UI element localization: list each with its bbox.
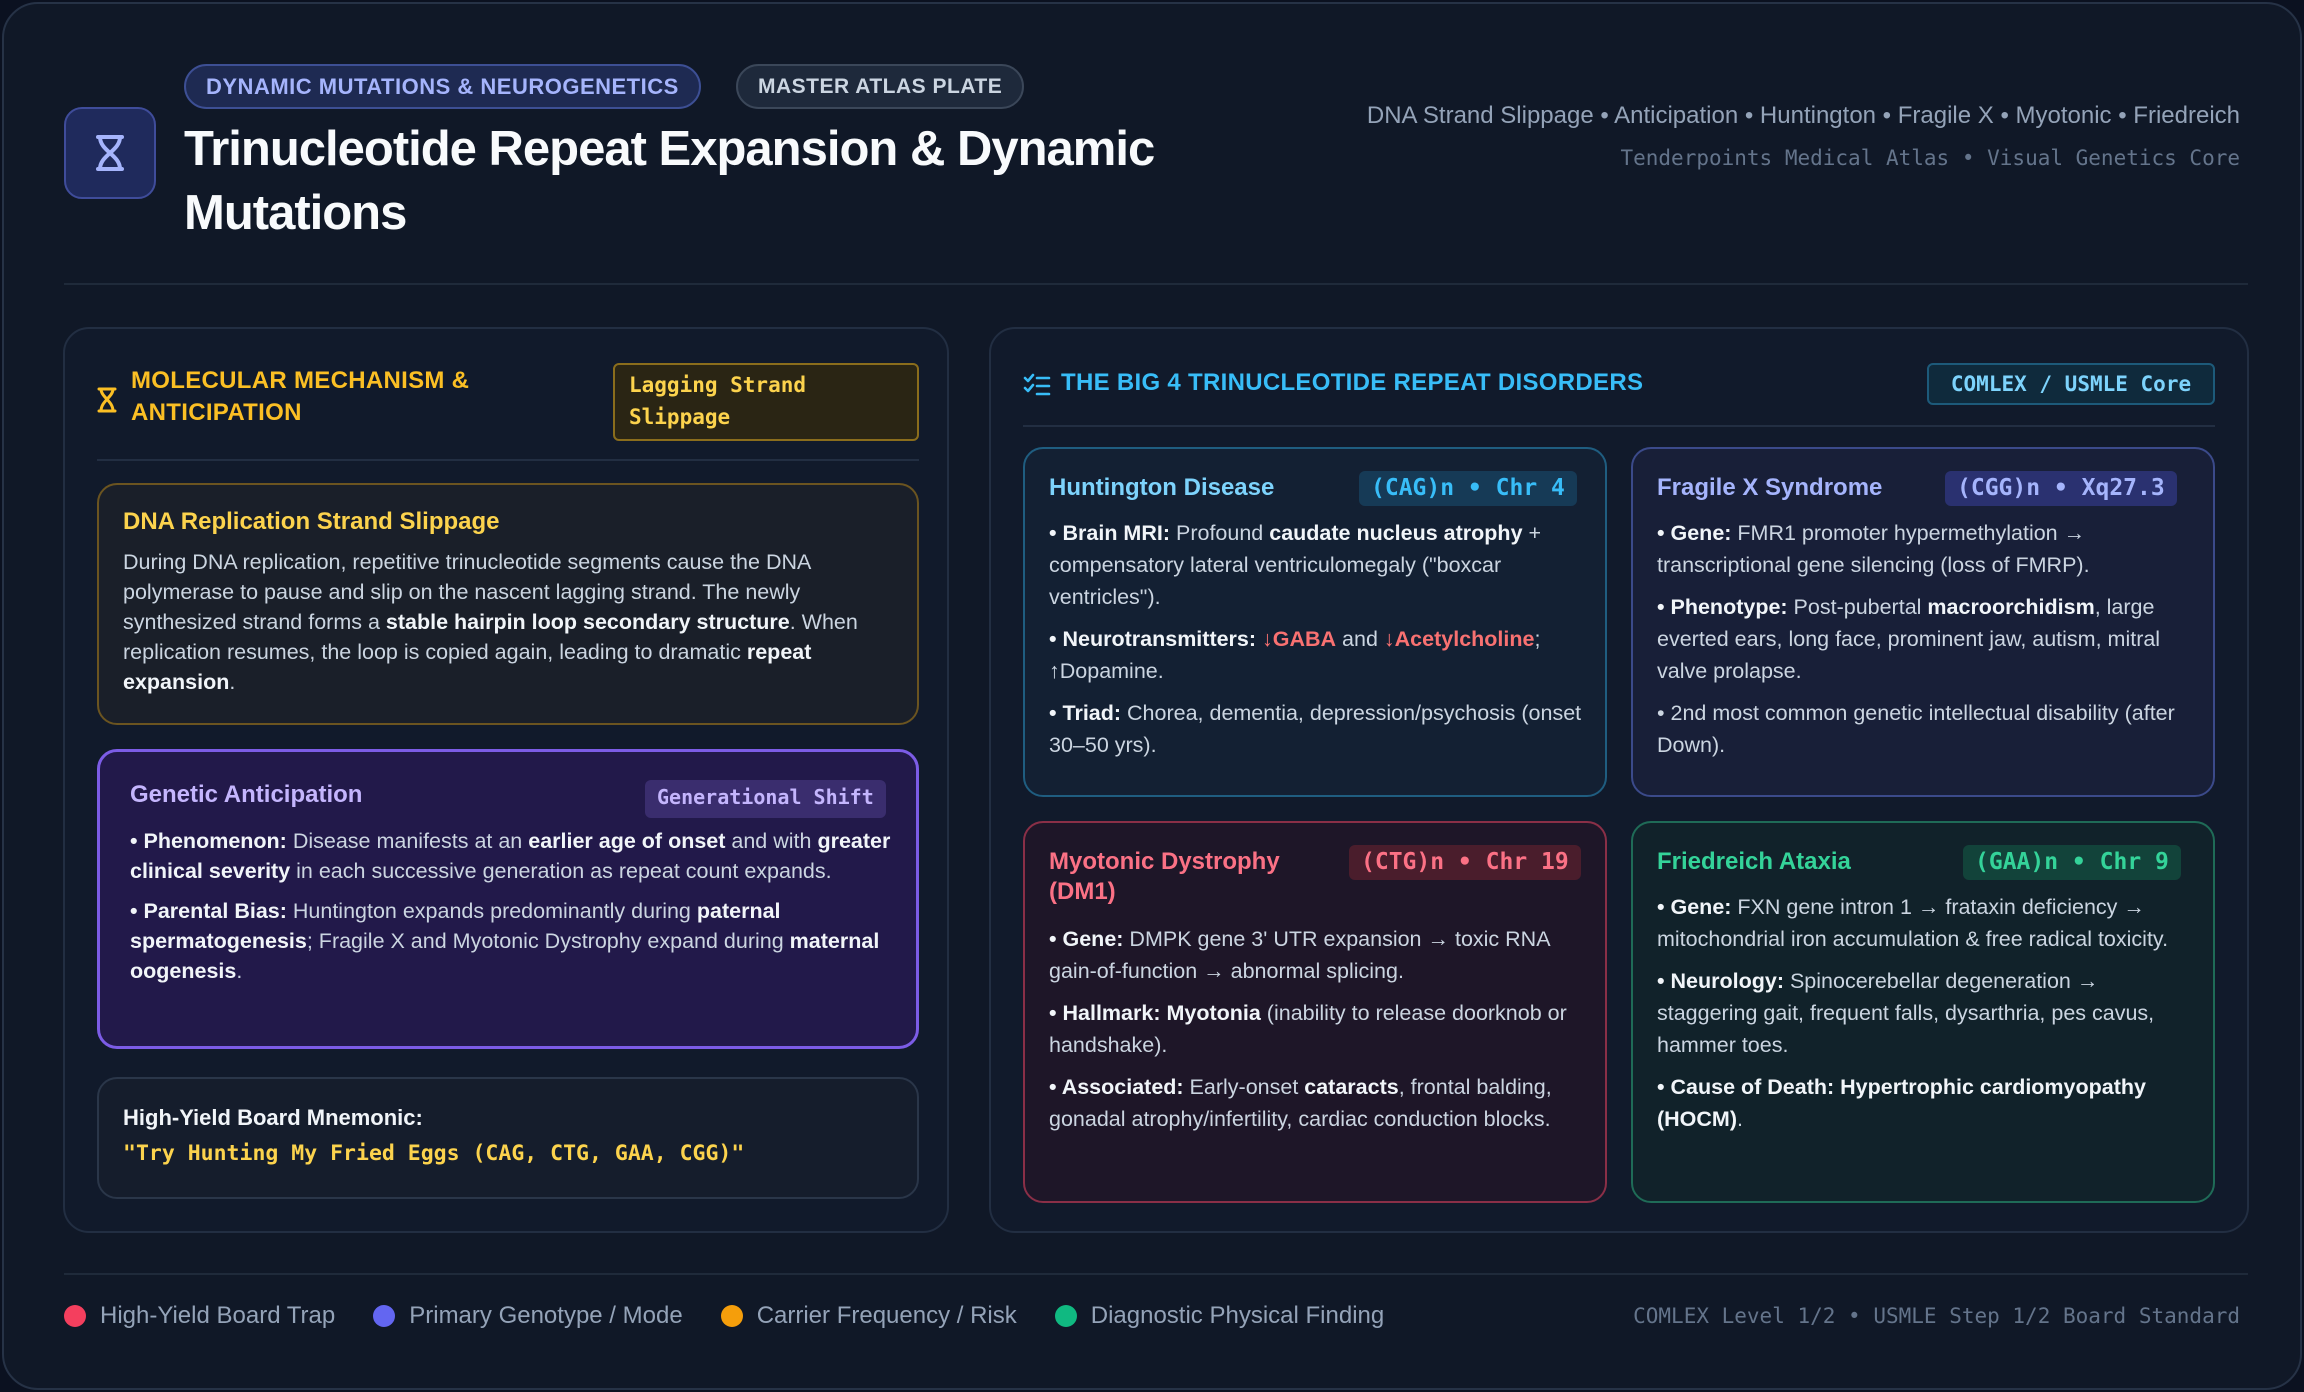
slippage-text: During DNA replication, repetitive trinu… (123, 550, 858, 694)
legend-label: Carrier Frequency / Risk (756, 1302, 1017, 1329)
friedreich-title: Friedreich Ataxia (1657, 848, 1851, 875)
mechanism-panel-title: MOLECULAR MECHANISM & ANTICIPATION (131, 367, 470, 426)
header-divider (64, 283, 2248, 285)
header-meta: DNA Strand Slippage • Anticipation • Hun… (1340, 100, 2240, 170)
green-dot-icon (1054, 1305, 1077, 1327)
footer-divider (64, 1273, 2248, 1275)
legend-label: Primary Genotype / Mode (409, 1302, 683, 1329)
legend-item-board-trap: High-Yield Board Trap (64, 1302, 335, 1330)
board-standard-note: COMLEX Level 1/2 • USMLE Step 1/2 Board … (1633, 1304, 2240, 1328)
anticipation-title: Genetic Anticipation (130, 781, 363, 808)
mnemonic-card: High-Yield Board Mnemonic: "Try Hunting … (97, 1077, 919, 1199)
disorders-panel: THE BIG 4 TRINUCLEOTIDE REPEAT DISORDERS… (989, 327, 2249, 1233)
friedreich-card: Friedreich Ataxia (GAA)n • Chr 9 • Gene:… (1631, 821, 2215, 1203)
generational-shift-tag: Generational Shift (645, 780, 886, 818)
legend-label: Diagnostic Physical Finding (1090, 1302, 1385, 1329)
legend-label: High-Yield Board Trap (100, 1302, 336, 1329)
atlas-plate: DYNAMIC MUTATIONS & NEUROGENETICS MASTER… (2, 2, 2302, 1390)
huntington-card: Huntington Disease (CAG)n • Chr 4 • Brai… (1023, 447, 1607, 797)
legend-item-carrier-risk: Carrier Frequency / Risk (720, 1302, 1017, 1330)
legend-item-genotype: Primary Genotype / Mode (373, 1302, 683, 1330)
legend-item-physical-finding: Diagnostic Physical Finding (1054, 1302, 1385, 1330)
comlex-usmle-tag: COMLEX / USMLE Core (1927, 363, 2215, 405)
slippage-title: DNA Replication Strand Slippage (123, 508, 500, 535)
legend: High-Yield Board Trap Primary Genotype /… (64, 1302, 1422, 1330)
plate-pill: MASTER ATLAS PLATE (736, 64, 1025, 109)
friedreich-text: • Gene: FXN gene intron 1 → frataxin def… (1657, 895, 2169, 1131)
myotonic-tag: (CTG)n • Chr 19 (1349, 845, 1581, 880)
page-title: Trinucleotide Repeat Expansion & Dynamic… (184, 122, 1155, 240)
huntington-text: • Brain MRI: Profound caudate nucleus at… (1049, 521, 1582, 757)
topic-pill: DYNAMIC MUTATIONS & NEUROGENETICS (184, 64, 701, 109)
mnemonic-label: High-Yield Board Mnemonic: (123, 1105, 423, 1130)
fragile-x-title: Fragile X Syndrome (1657, 474, 1883, 501)
atlas-line: Tenderpoints Medical Atlas • Visual Gene… (1620, 146, 2240, 170)
fragile-x-text: • Gene: FMR1 promoter hypermethylation →… (1657, 521, 2175, 757)
disorders-panel-title: THE BIG 4 TRINUCLEOTIDE REPEAT DISORDERS (1061, 369, 1644, 396)
huntington-title: Huntington Disease (1049, 474, 1275, 501)
dna-icon (64, 107, 156, 199)
myotonic-title: Myotonic Dystrophy (DM1) (1049, 848, 1280, 905)
fragile-x-tag: (CGG)n • Xq27.3 (1945, 471, 2177, 506)
mechanism-panel: MOLECULAR MECHANISM & ANTICIPATION Laggi… (63, 327, 949, 1233)
myotonic-card: Myotonic Dystrophy (DM1) (CTG)n • Chr 19… (1023, 821, 1607, 1203)
panel-divider (1023, 425, 2215, 427)
indigo-dot-icon (373, 1305, 396, 1327)
anticipation-card: Genetic Anticipation Generational Shift … (97, 749, 919, 1049)
amber-dot-icon (720, 1305, 743, 1327)
lagging-strand-tag: Lagging Strand Slippage (613, 363, 919, 441)
red-dot-icon (64, 1305, 86, 1327)
topics-line: DNA Strand Slippage • Anticipation • Hun… (1366, 102, 2240, 129)
huntington-tag: (CAG)n • Chr 4 (1359, 471, 1577, 506)
mnemonic-text: "Try Hunting My Fried Eggs (CAG, CTG, GA… (123, 1141, 745, 1166)
panel-divider (97, 459, 919, 461)
myotonic-text: • Gene: DMPK gene 3' UTR expansion → tox… (1049, 927, 1567, 1131)
slippage-card: DNA Replication Strand Slippage During D… (97, 483, 919, 725)
anticipation-text: • Phenomenon: Disease manifests at an ea… (130, 829, 891, 983)
checklist-icon (1023, 373, 1051, 402)
hourglass-icon (97, 387, 117, 418)
fragile-x-card: Fragile X Syndrome (CGG)n • Xq27.3 • Gen… (1631, 447, 2215, 797)
friedreich-tag: (GAA)n • Chr 9 (1963, 845, 2181, 880)
